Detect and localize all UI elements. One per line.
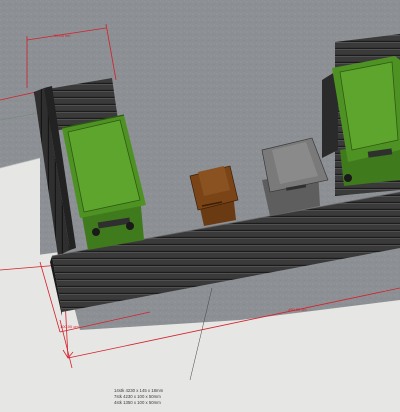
spec-line: 4stk 1350 x 100 x 50mm [114, 400, 161, 405]
spec-line: 7stk 4230 x 100 x 50mm [114, 394, 161, 399]
dimension-top-width: 90.00 cm [54, 33, 71, 38]
dimension-left-depth: 100.00 cm [60, 324, 79, 329]
dimension-bottom-length: 450.00 cm [288, 307, 307, 312]
material-spec-notes: 14stk 4230 x 145 x 18mm 7stk 4230 x 100 … [114, 388, 164, 405]
green-bin-right [332, 56, 400, 186]
enclosure-3d-view: 90.00 cm 100.00 cm 450.00 cm 14stk 4230 … [0, 0, 400, 412]
spec-line: 14stk 4230 x 145 x 18mm [114, 388, 164, 393]
